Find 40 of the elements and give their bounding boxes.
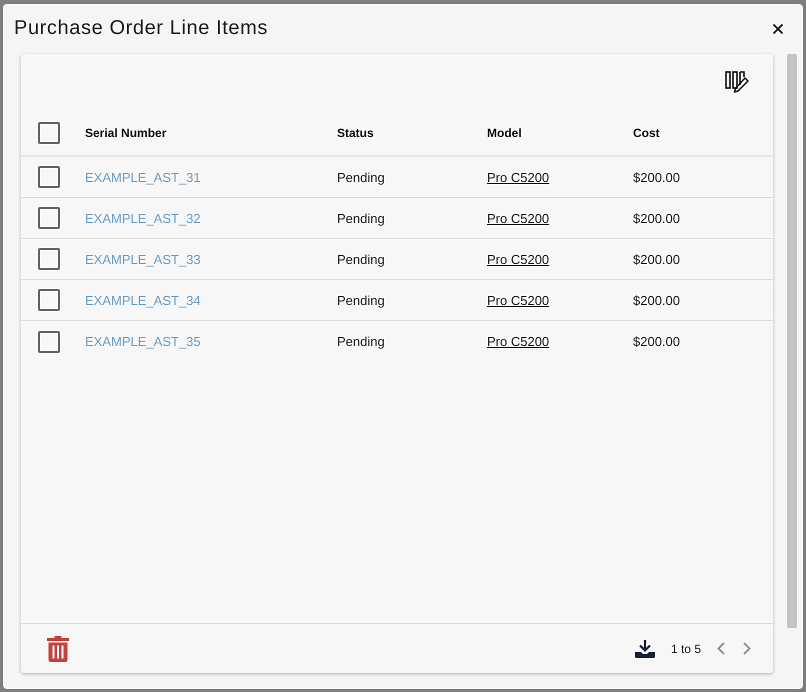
- chevron-left-icon: [717, 642, 725, 655]
- model-link[interactable]: Pro C5200: [487, 170, 550, 184]
- close-icon: [773, 24, 783, 34]
- cost-text: $200.00: [633, 334, 680, 349]
- chevron-right-icon: [743, 642, 751, 655]
- previous-page-button[interactable]: [717, 642, 725, 655]
- column-header[interactable]: Status: [337, 126, 374, 140]
- status-text: Pending: [337, 334, 385, 349]
- delete-button[interactable]: [47, 636, 69, 662]
- cost-text: $200.00: [633, 292, 680, 308]
- scrollbar-thumb[interactable]: [787, 54, 797, 628]
- checkbox[interactable]: [38, 207, 60, 229]
- close-button[interactable]: [773, 24, 783, 34]
- checkbox[interactable]: [38, 330, 60, 352]
- download-icon: [634, 640, 655, 658]
- model-link[interactable]: Pro C5200: [487, 210, 550, 226]
- page-range-text: 1 to 5: [670, 642, 701, 656]
- trash-icon: [47, 636, 69, 662]
- status-text: Pending: [337, 292, 385, 308]
- column-header[interactable]: Cost: [633, 126, 660, 140]
- checkbox[interactable]: [38, 289, 60, 311]
- status-text: Pending: [337, 170, 385, 184]
- model-link[interactable]: Pro C5200: [487, 252, 550, 266]
- model-link[interactable]: Pro C5200: [487, 292, 550, 308]
- checkbox[interactable]: [38, 166, 60, 188]
- column-header[interactable]: Serial Number: [85, 126, 166, 140]
- column-header[interactable]: Model: [487, 126, 522, 140]
- columns-pencil-icon: [725, 71, 749, 93]
- cost-text: $200.00: [633, 210, 680, 226]
- cost-text: $200.00: [633, 170, 680, 184]
- cost-text: $200.00: [633, 252, 680, 266]
- model-link[interactable]: Pro C5200: [487, 334, 550, 349]
- status-text: Pending: [337, 252, 385, 266]
- checkbox[interactable]: [38, 248, 60, 270]
- download-button[interactable]: [634, 640, 655, 658]
- checkbox[interactable]: [38, 122, 60, 144]
- next-page-button[interactable]: [743, 642, 751, 655]
- status-text: Pending: [337, 210, 385, 226]
- edit-columns-button[interactable]: [725, 71, 749, 93]
- dialog-title: Purchase Order Line Items: [14, 16, 268, 40]
